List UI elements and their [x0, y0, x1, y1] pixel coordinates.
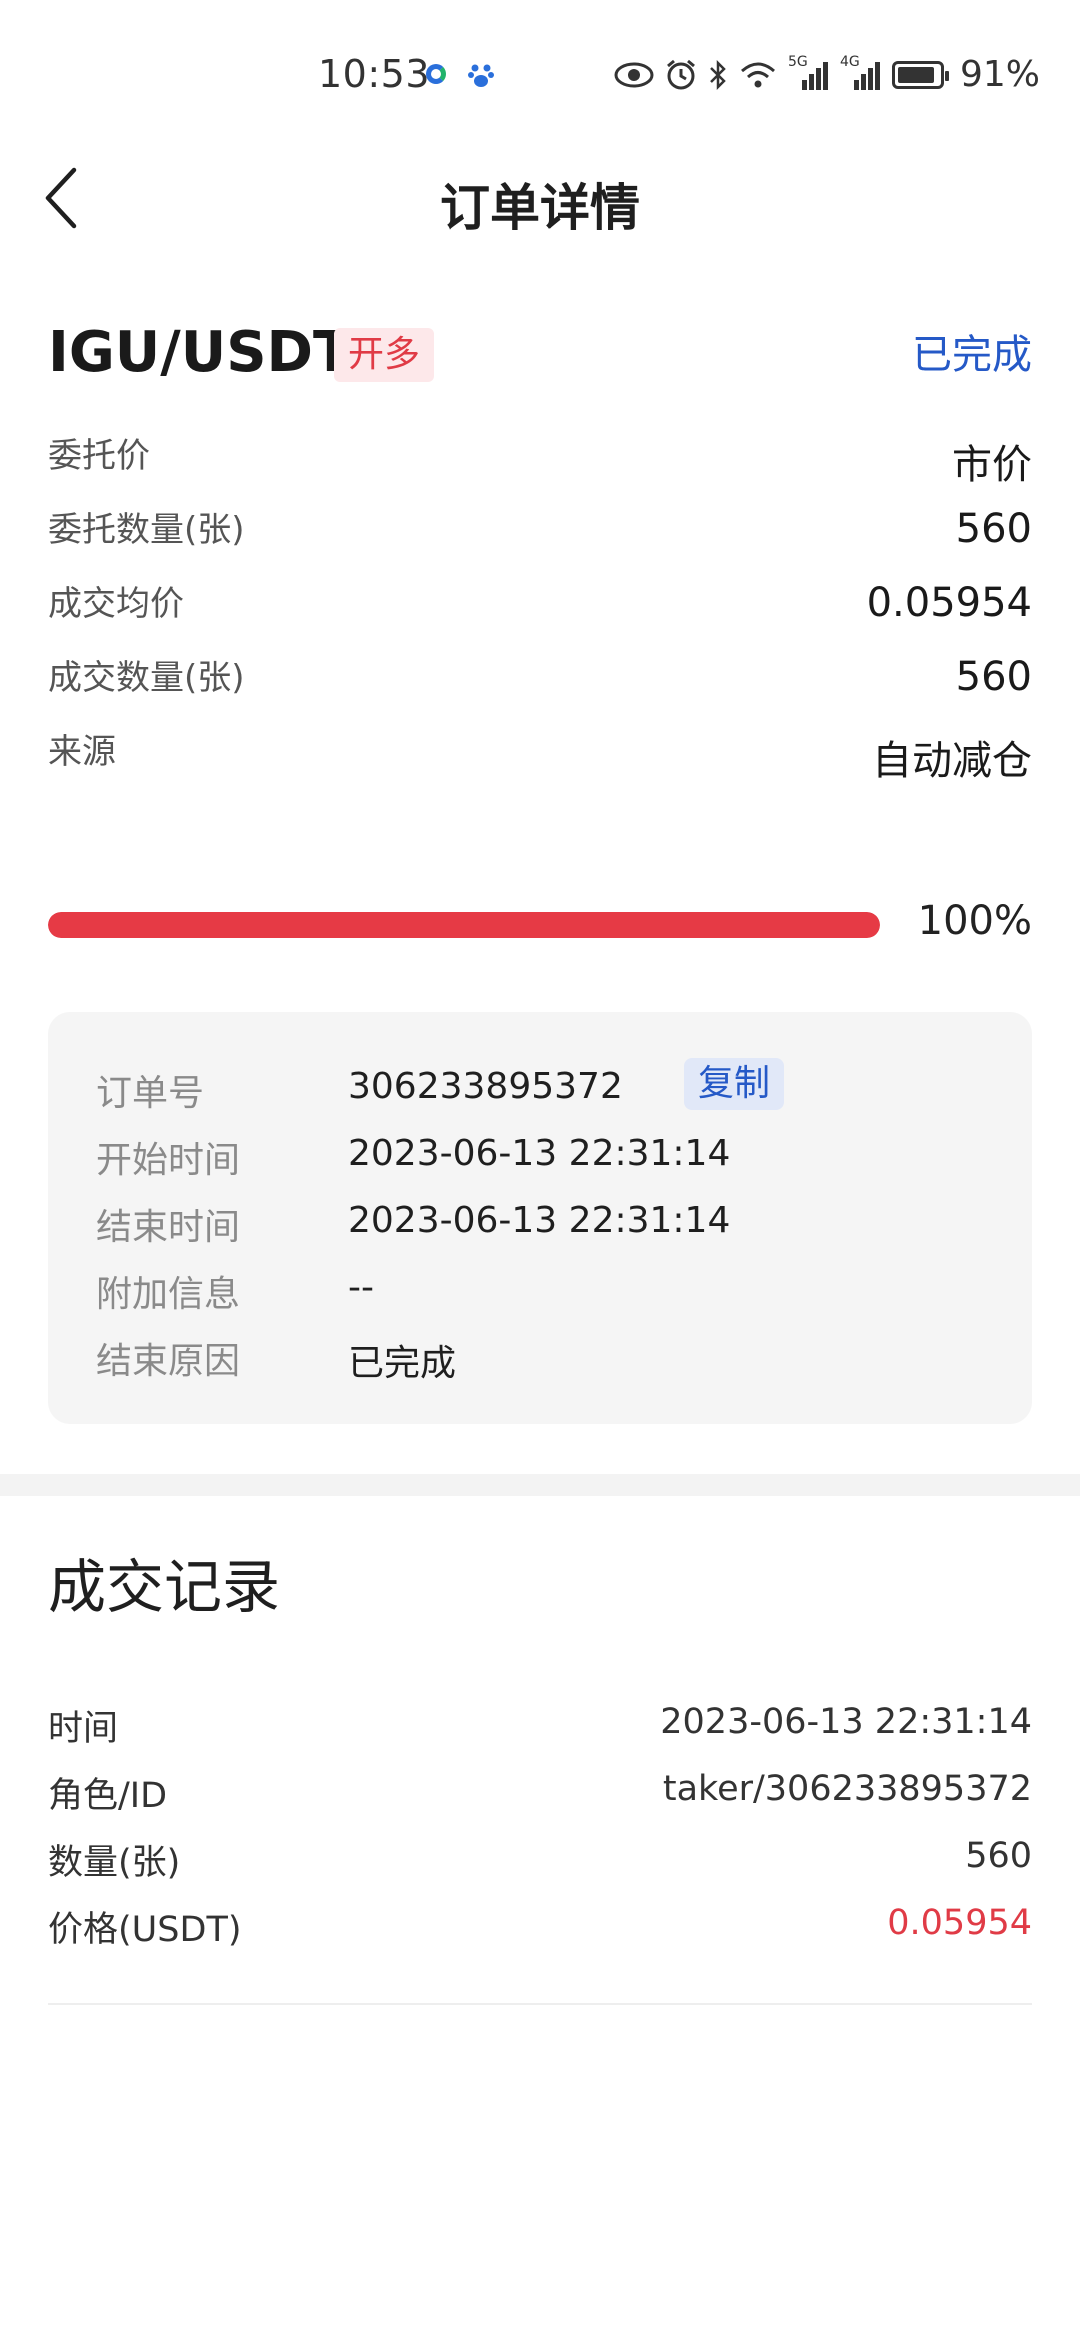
signal-5g-label: 5G: [787, 53, 808, 70]
detail-value: 自动减仓: [872, 738, 1032, 784]
trade-label: 数量(张): [48, 1843, 181, 1883]
trade-records-title: 成交记录: [48, 1553, 281, 1621]
end-reason: 已完成: [348, 1343, 457, 1384]
alarm-icon: [667, 59, 695, 89]
detail-row-order-quantity: 委托数量(张) 560: [48, 498, 1032, 572]
section-divider: [0, 1474, 1080, 1496]
detail-label: 来源: [48, 732, 116, 772]
eye-icon: [614, 62, 654, 87]
info-label: 结束时间: [96, 1207, 241, 1248]
detail-value: 560: [955, 654, 1032, 700]
side-badge: 开多: [334, 328, 435, 382]
detail-label: 委托数量(张): [48, 510, 245, 550]
order-number: 306233895372: [348, 1066, 623, 1107]
order-info-card: 订单号 306233895372 复制 开始时间 2023-06-13 22:3…: [48, 1012, 1032, 1424]
battery-icon: [891, 60, 949, 89]
status-bar: 10:53 5G 4G 91%: [0, 0, 1080, 150]
trade-label: 价格(USDT): [48, 1910, 242, 1950]
detail-label: 委托价: [48, 436, 150, 476]
detail-row-avg-price: 成交均价 0.05954: [48, 572, 1032, 646]
info-row-end-reason: 结束原因 已完成: [96, 1332, 984, 1392]
info-label: 订单号: [96, 1073, 205, 1114]
order-details-list: 委托价 市价 委托数量(张) 560 成交均价 0.05954 成交数量(张) …: [48, 424, 1032, 794]
trade-value: 2023-06-13 22:31:14: [660, 1702, 1032, 1742]
signal-4g-label: 4G: [839, 53, 860, 70]
trade-value: taker/306233895372: [662, 1769, 1032, 1809]
info-label: 结束原因: [96, 1341, 241, 1382]
fill-progress-bar: [48, 912, 880, 938]
list-divider: [48, 2003, 1032, 2005]
battery-fill: [897, 66, 935, 83]
battery-percent: 91%: [959, 54, 1040, 95]
fill-progress-text: 100%: [917, 898, 1032, 944]
info-row-extra: 附加信息 --: [96, 1265, 984, 1325]
extra-info: --: [348, 1267, 374, 1308]
copy-button[interactable]: 复制: [684, 1058, 785, 1110]
bluetooth-icon: [710, 59, 726, 90]
page-title: 订单详情: [440, 179, 640, 237]
trade-value: 560: [965, 1836, 1032, 1876]
signal-5g-icon: 5G: [788, 54, 830, 92]
trade-row-price: 价格(USDT) 0.05954: [48, 1901, 1032, 1968]
app-notification-icon: [426, 64, 446, 84]
detail-row-order-price: 委托价 市价: [48, 424, 1032, 498]
signal-4g-icon: 4G: [840, 54, 882, 92]
trade-label: 时间: [48, 1709, 119, 1749]
trade-row-role-id: 角色/ID taker/306233895372: [48, 1767, 1032, 1834]
start-time: 2023-06-13 22:31:14: [348, 1133, 731, 1174]
detail-row-source: 来源 自动减仓: [48, 720, 1032, 794]
wifi-icon: [740, 62, 775, 87]
detail-value: 560: [955, 506, 1032, 552]
trade-label: 角色/ID: [48, 1776, 168, 1816]
baidu-paw-icon: [468, 64, 494, 87]
info-label: 附加信息: [96, 1274, 241, 1315]
status-icons: 5G 4G 91%: [614, 54, 1040, 95]
status-time: 10:53: [318, 52, 431, 96]
detail-value: 市价: [952, 442, 1032, 488]
detail-value: 0.05954: [866, 580, 1032, 626]
info-row-order-no: 订单号 306233895372 复制: [96, 1058, 984, 1124]
end-time: 2023-06-13 22:31:14: [348, 1200, 731, 1241]
nav-header: 订单详情: [0, 150, 1080, 246]
detail-label: 成交数量(张): [48, 658, 245, 698]
info-row-end-time: 结束时间 2023-06-13 22:31:14: [96, 1198, 984, 1258]
detail-label: 成交均价: [48, 584, 184, 624]
trade-records-list: 时间 2023-06-13 22:31:14 角色/ID taker/30623…: [48, 1700, 1032, 1968]
info-label: 开始时间: [96, 1140, 241, 1181]
order-summary-header: IGU/USDT 开多 已完成: [48, 318, 1032, 388]
trade-row-time: 时间 2023-06-13 22:31:14: [48, 1700, 1032, 1767]
detail-row-filled-quantity: 成交数量(张) 560: [48, 646, 1032, 720]
info-row-start-time: 开始时间 2023-06-13 22:31:14: [96, 1131, 984, 1191]
trading-pair: IGU/USDT: [48, 320, 352, 385]
fill-progress-fill: [48, 912, 880, 938]
order-status: 已完成: [912, 332, 1032, 378]
trade-row-quantity: 数量(张) 560: [48, 1834, 1032, 1901]
trade-price-value: 0.05954: [887, 1903, 1032, 1943]
